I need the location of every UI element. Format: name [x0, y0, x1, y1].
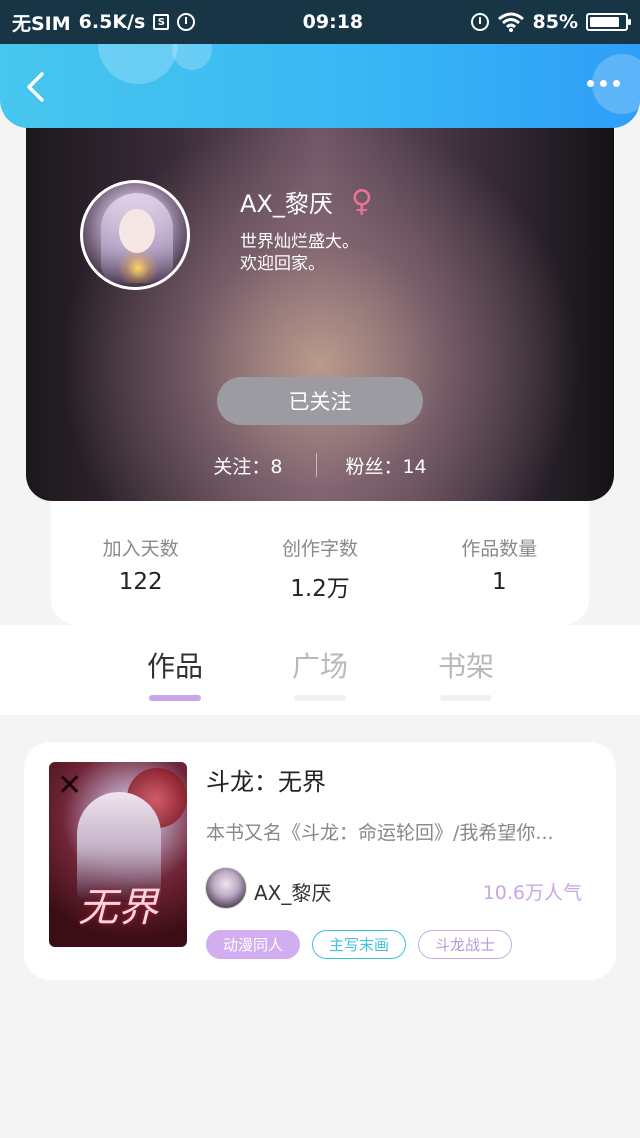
battery-icon — [586, 13, 631, 31]
stat-value: 122 — [118, 569, 163, 595]
stat-label: 加入天数 — [102, 538, 179, 560]
battery-fill — [590, 17, 619, 27]
stat-join-days: 加入天数 122 — [61, 534, 221, 595]
profile-username: AX_黎厌 ♀ — [240, 184, 373, 219]
following-count[interactable]: 关注：8 — [213, 452, 282, 479]
avatar-face — [119, 209, 155, 253]
tab-square[interactable]: 广场 — [292, 645, 348, 701]
status-right: 85% — [470, 11, 631, 33]
tab-works[interactable]: 作品 — [147, 645, 203, 701]
cover-cross-icon: ✕ — [57, 768, 83, 803]
bio-line: 欢迎回家。 — [240, 254, 325, 274]
avatar-sparkle — [113, 253, 163, 283]
alarm-icon — [177, 13, 196, 31]
bio-line: 世界灿烂盛大。 — [240, 232, 359, 252]
work-title[interactable]: 斗龙：无界 — [206, 762, 326, 797]
follow-counts: 关注：8 粉丝：14 — [26, 450, 614, 480]
female-gender-icon: ♀ — [350, 183, 373, 219]
battery-percent: 85% — [532, 11, 578, 33]
stat-word-count: 创作字数 1.2万 — [240, 534, 400, 603]
follow-button[interactable]: 已关注 — [217, 377, 423, 425]
decor-bubble — [98, 44, 178, 84]
profile-avatar[interactable] — [80, 180, 190, 290]
cover-title-art: 无界 — [78, 885, 158, 931]
tag-chip[interactable]: 动漫同人 — [206, 930, 301, 959]
profile-bio: 世界灿烂盛大。 欢迎回家。 — [240, 231, 359, 275]
tab-indicator — [149, 695, 201, 701]
stat-value: 1 — [491, 569, 507, 595]
username-text: AX_黎厌 — [240, 190, 333, 218]
book-cover[interactable]: ✕ 无界 — [49, 762, 187, 947]
tab-label: 广场 — [292, 650, 349, 683]
stat-work-count: 作品数量 1 — [419, 534, 579, 595]
tag-chip[interactable]: 斗龙战士 — [418, 930, 513, 959]
counts-divider — [316, 453, 318, 477]
more-dot — [613, 80, 620, 87]
status-time: 09:18 — [302, 11, 364, 33]
tag-chip[interactable]: 主写末画 — [312, 930, 407, 959]
wifi-icon — [497, 12, 524, 32]
back-button[interactable] — [20, 70, 50, 104]
tab-bookshelf[interactable]: 书架 — [438, 645, 494, 701]
more-button[interactable] — [587, 80, 620, 87]
more-dot — [587, 80, 594, 87]
tab-label: 作品 — [147, 650, 204, 683]
alarm-icon — [470, 13, 489, 31]
author-avatar[interactable] — [205, 867, 247, 909]
status-bar: 无SIM 6.5K/s S 09:18 85% — [0, 0, 640, 44]
tab-label: 书架 — [438, 650, 495, 683]
work-card[interactable]: ✕ 无界 斗龙：无界 本书又名《斗龙：命运轮回》/我希望你... AX_黎厌 1… — [24, 742, 616, 980]
work-description: 本书又名《斗龙：命运轮回》/我希望你... — [206, 822, 554, 844]
tag-list: 动漫同人 主写末画 斗龙战士 — [206, 930, 513, 959]
stat-label: 创作字数 — [281, 538, 358, 560]
sim-icon: S — [153, 14, 170, 30]
stats-card: 加入天数 122 创作字数 1.2万 作品数量 1 — [51, 501, 589, 625]
chevron-left-icon — [27, 72, 44, 102]
author-name[interactable]: AX_黎厌 — [254, 877, 331, 906]
tab-indicator — [294, 695, 346, 701]
status-left: 无SIM 6.5K/s S — [12, 9, 196, 36]
app-header — [0, 44, 640, 128]
popularity-count: 10.6万人气 — [482, 882, 582, 904]
network-speed: 6.5K/s — [78, 11, 146, 33]
decor-bubble — [172, 44, 212, 70]
profile-card: AX_黎厌 ♀ 世界灿烂盛大。 欢迎回家。 已关注 关注：8 粉丝：14 — [26, 110, 614, 501]
tab-indicator — [440, 695, 492, 701]
fans-count[interactable]: 粉丝：14 — [345, 452, 426, 479]
more-dot — [600, 80, 607, 87]
stat-label: 作品数量 — [461, 538, 538, 560]
carrier-text: 无SIM — [12, 12, 71, 35]
stat-value: 1.2万 — [290, 576, 350, 602]
tab-bar: 作品 广场 书架 — [0, 625, 640, 715]
